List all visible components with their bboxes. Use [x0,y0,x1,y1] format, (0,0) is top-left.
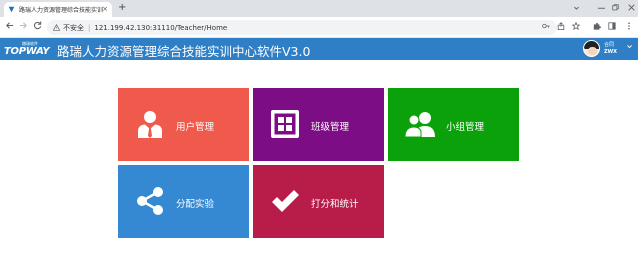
share-page-icon[interactable] [557,22,565,30]
app-header: 踏瑞软件 TOPWAY 路瑞人力资源管理综合技能实训中心软件V3.0 合同 ZW… [0,38,638,60]
url-text: 121.199.42.130:31110/Teacher/Home [94,23,228,32]
tile-group-management[interactable]: 小组管理 [388,88,519,161]
chevron-down-icon[interactable] [573,5,580,12]
share-icon [137,187,163,215]
window-close-icon[interactable] [628,4,635,11]
tab-title: 路瑞人力资源管理综合技能实训 [19,7,103,14]
tile-label-user-management: 用户管理 [176,122,215,133]
tile-assign-experiment[interactable]: 分配实验 [118,165,249,238]
tile-class-management[interactable]: 班级管理 [253,88,384,161]
tab-close-button[interactable]: × [102,5,108,13]
forward-arrow-icon[interactable] [19,21,28,30]
browser-tabstrip: 路瑞人力资源管理综合技能实训 × + [0,0,638,17]
address-separator: | [88,23,91,32]
menu-dots-icon[interactable] [625,22,633,30]
security-label: 不安全 [63,23,84,32]
user-tie-icon [138,111,162,138]
user-code[interactable]: ZWX [604,49,617,55]
tile-label-scoring-statistics: 打分和统计 [311,199,359,210]
warning-icon[interactable] [53,24,60,31]
key-icon[interactable] [542,22,550,30]
tile-label-assign-experiment: 分配实验 [176,199,215,210]
avatar[interactable] [583,40,600,57]
minimize-icon[interactable] [598,7,605,10]
group-icon [405,112,435,138]
browser-toolbar: 不安全 | 121.199.42.130:31110/Teacher/Home [0,17,638,38]
logo-text: TOPWAY [4,46,50,57]
avatar-face [588,47,597,55]
new-tab-button[interactable]: + [118,2,126,14]
tile-user-management[interactable]: 用户管理 [118,88,249,161]
grid-icon [271,110,299,138]
tile-label-class-management: 班级管理 [311,122,350,133]
address-bar[interactable]: 不安全 | 121.199.42.130:31110/Teacher/Home [47,20,557,35]
extensions-puzzle-icon[interactable] [593,22,601,30]
checkmark-icon [272,190,299,212]
app-title: 路瑞人力资源管理综合技能实训中心软件V3.0 [57,44,311,59]
topway-logo[interactable]: 踏瑞软件 TOPWAY [4,40,50,58]
browser-tab[interactable]: 路瑞人力资源管理综合技能实训 × [4,2,112,17]
side-panel-icon[interactable] [608,22,616,30]
back-arrow-icon[interactable] [5,21,14,30]
bookmark-star-icon[interactable] [572,22,580,30]
site-favicon-icon [8,6,15,13]
tile-label-group-management: 小组管理 [446,122,485,133]
tile-scoring-statistics[interactable]: 打分和统计 [253,165,384,238]
user-menu-chevron-icon[interactable] [626,43,633,50]
restore-icon[interactable] [612,4,619,11]
user-name[interactable]: 合同 [604,41,614,48]
reload-icon[interactable] [33,21,42,30]
